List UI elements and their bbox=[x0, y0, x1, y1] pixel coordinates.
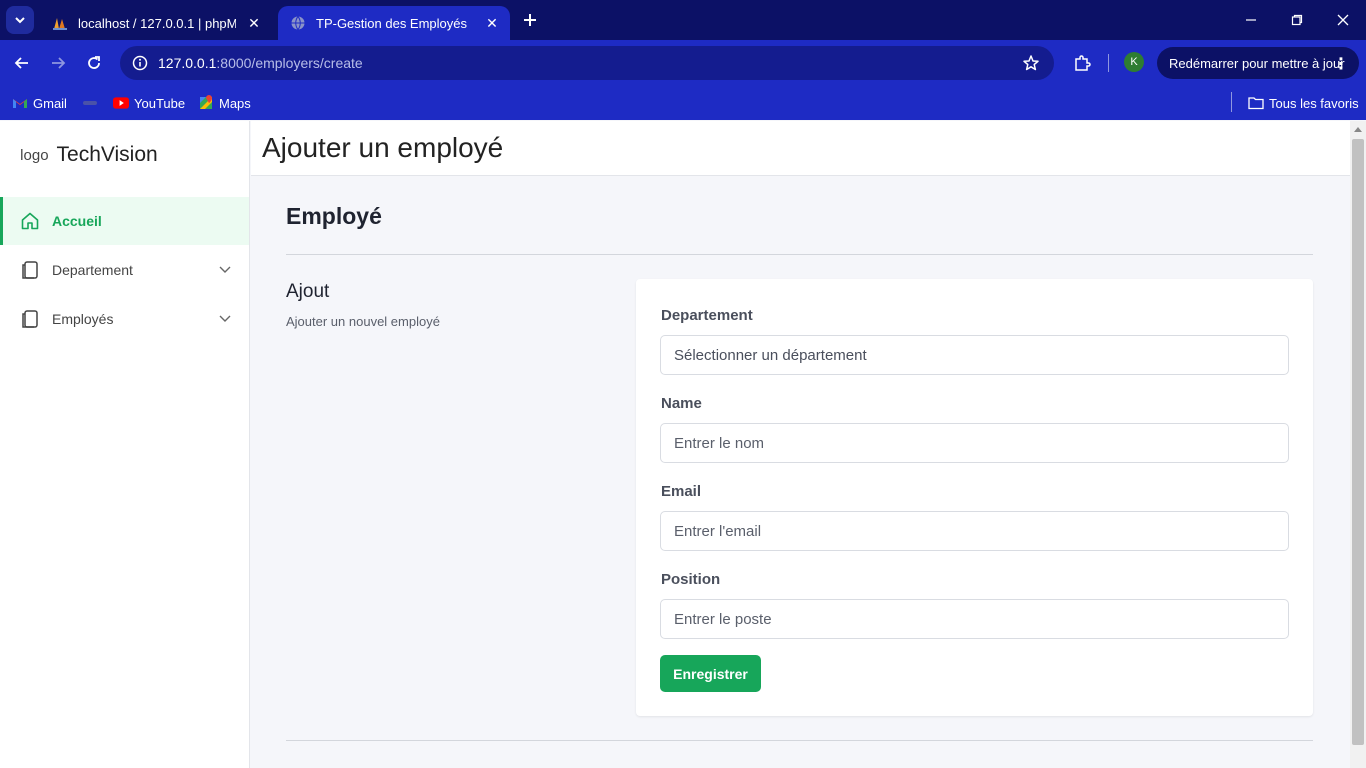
brand[interactable]: logo TechVision bbox=[16, 143, 158, 167]
tab-title: TP-Gestion des Employés bbox=[316, 15, 468, 31]
gmail-icon bbox=[12, 95, 28, 111]
all-bookmarks-label: Tous les favoris bbox=[1269, 95, 1359, 111]
home-icon bbox=[20, 211, 40, 231]
minimize-icon bbox=[1246, 19, 1256, 21]
name-input[interactable] bbox=[660, 423, 1289, 463]
close-icon[interactable]: ✕ bbox=[244, 13, 264, 33]
chevron-down-icon bbox=[15, 17, 25, 24]
more-menu-icon[interactable]: ⋮ bbox=[1333, 54, 1349, 74]
tab-search-button[interactable] bbox=[6, 6, 34, 34]
form-section-title: Ajout bbox=[286, 281, 330, 302]
restore-icon bbox=[1291, 14, 1303, 26]
page-header: Ajouter un employé bbox=[251, 121, 1350, 176]
section-title: Employé bbox=[286, 203, 382, 229]
logo-alt-text: logo bbox=[20, 146, 49, 164]
all-bookmarks[interactable]: Tous les favoris bbox=[1248, 92, 1359, 114]
update-button[interactable]: Redémarrer pour mettre à jour ⋮ bbox=[1157, 47, 1359, 79]
profile-avatar[interactable]: K bbox=[1124, 52, 1144, 72]
reload-icon bbox=[88, 56, 100, 69]
bookmark-favicon-icon bbox=[82, 95, 98, 111]
save-button[interactable]: Enregistrer bbox=[660, 655, 761, 692]
close-icon[interactable]: ✕ bbox=[482, 13, 502, 33]
scroll-up-icon[interactable] bbox=[1354, 127, 1362, 132]
logo-image: logo bbox=[16, 146, 49, 164]
bookmarks-divider bbox=[1231, 92, 1232, 112]
minimize-button[interactable] bbox=[1228, 0, 1274, 40]
folder-icon bbox=[1248, 95, 1264, 111]
sidebar-item-label: Accueil bbox=[52, 213, 102, 229]
document-icon bbox=[20, 260, 40, 280]
scrollbar-thumb[interactable] bbox=[1352, 139, 1364, 745]
url-host: 127.0.0.1 bbox=[158, 55, 217, 71]
bookmark-youtube[interactable]: YouTube bbox=[113, 92, 185, 114]
new-tab-button[interactable] bbox=[518, 8, 542, 32]
globe-icon bbox=[290, 15, 306, 31]
url-text: 127.0.0.1:8000/employers/create bbox=[158, 55, 363, 71]
departement-select[interactable]: Sélectionner un département bbox=[660, 335, 1289, 375]
brand-name: TechVision bbox=[56, 143, 158, 166]
bookmark-star-icon[interactable] bbox=[1020, 52, 1042, 74]
phpmyadmin-icon bbox=[52, 15, 68, 31]
back-button[interactable] bbox=[8, 49, 36, 77]
position-input[interactable] bbox=[660, 599, 1289, 639]
sidebar-item-label: Employés bbox=[52, 311, 114, 327]
sidebar-item-label: Departement bbox=[52, 262, 133, 278]
bookmark-gmail[interactable]: Gmail bbox=[12, 92, 67, 114]
reload-button[interactable] bbox=[80, 49, 108, 77]
sidebar-item-accueil[interactable]: Accueil bbox=[0, 197, 249, 245]
address-bar[interactable]: 127.0.0.1:8000/employers/create bbox=[120, 46, 1054, 80]
bookmarks-bar: Gmail YouTube Maps Tous les favoris bbox=[0, 86, 1366, 120]
sidebar-item-employes[interactable]: Employés bbox=[0, 295, 249, 343]
email-input[interactable] bbox=[660, 511, 1289, 551]
departement-select-value: Sélectionner un département bbox=[674, 346, 867, 364]
close-icon bbox=[1337, 14, 1349, 26]
departement-label: Departement bbox=[661, 307, 753, 324]
update-label: Redémarrer pour mettre à jour bbox=[1169, 55, 1345, 71]
plus-icon bbox=[524, 14, 536, 26]
name-label: Name bbox=[661, 395, 702, 412]
site-info-icon[interactable] bbox=[128, 51, 152, 75]
page-title: Ajouter un employé bbox=[262, 132, 504, 163]
sidebar-item-departement[interactable]: Departement bbox=[0, 246, 249, 294]
url-path: :8000/employers/create bbox=[216, 55, 363, 71]
toolbar-divider bbox=[1108, 54, 1109, 72]
bookmark-label: Gmail bbox=[33, 95, 67, 111]
chevron-down-icon[interactable] bbox=[217, 310, 233, 326]
bookmark-unnamed[interactable] bbox=[82, 92, 103, 114]
email-label: Email bbox=[661, 483, 702, 500]
tab-title: localhost / 127.0.0.1 | phpMyAdmin bbox=[78, 15, 236, 31]
browser-toolbar: 127.0.0.1:8000/employers/create Redémarr… bbox=[0, 40, 1366, 86]
maps-icon bbox=[198, 95, 214, 111]
youtube-icon bbox=[113, 95, 129, 111]
page-scrollbar[interactable] bbox=[1350, 121, 1366, 768]
tab-gestion-employes[interactable]: TP-Gestion des Employés ✕ bbox=[278, 6, 510, 40]
arrow-left-icon bbox=[14, 57, 28, 69]
form-section-description: Ajouter un nouvel employé bbox=[286, 314, 440, 329]
bookmark-maps[interactable]: Maps bbox=[198, 92, 251, 114]
tab-phpmyadmin[interactable]: localhost / 127.0.0.1 | phpMyAdmin ✕ bbox=[40, 6, 272, 40]
close-window-button[interactable] bbox=[1320, 0, 1366, 40]
restore-button[interactable] bbox=[1274, 0, 1320, 40]
bookmark-label: Maps bbox=[219, 95, 251, 111]
position-label: Position bbox=[661, 571, 721, 588]
document-icon bbox=[20, 309, 40, 329]
forward-button[interactable] bbox=[44, 49, 72, 77]
arrow-right-icon bbox=[52, 57, 66, 69]
bottom-divider bbox=[286, 740, 1313, 741]
section-divider bbox=[286, 254, 1313, 255]
extensions-button[interactable] bbox=[1070, 51, 1094, 75]
browser-tab-bar: localhost / 127.0.0.1 | phpMyAdmin ✕ TP-… bbox=[0, 0, 1366, 40]
puzzle-icon bbox=[1075, 55, 1091, 71]
chevron-down-icon[interactable] bbox=[217, 261, 233, 277]
bookmark-label: YouTube bbox=[134, 95, 186, 111]
